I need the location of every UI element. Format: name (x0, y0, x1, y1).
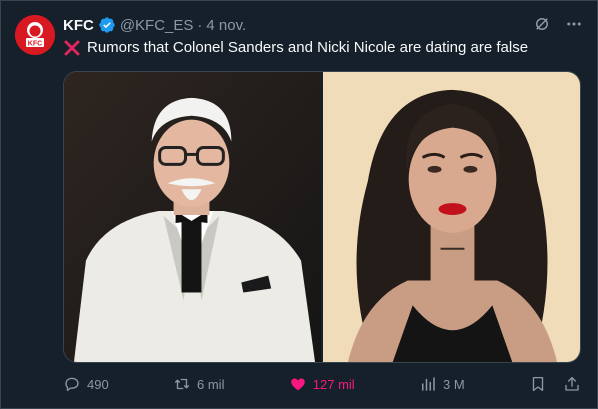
media-image-nicki-nicole[interactable] (323, 72, 580, 362)
verified-badge-icon (98, 16, 116, 34)
secondary-actions (529, 375, 581, 393)
tweet-header: KFC @KFC_ES · 4 nov. (63, 15, 246, 35)
more-icon[interactable] (565, 15, 583, 33)
reply-button[interactable]: 490 (63, 375, 109, 393)
author-handle[interactable]: @KFC_ES (120, 17, 194, 34)
grok-icon[interactable] (533, 15, 551, 33)
views-icon (422, 377, 435, 391)
cross-mark-icon (63, 39, 81, 57)
tweet-text: Rumors that Colonel Sanders and Nicki Ni… (87, 39, 529, 56)
share-icon (565, 376, 579, 391)
top-actions (533, 15, 583, 33)
reply-icon (65, 377, 79, 392)
action-bar: 490 6 mil 127 mil 3 M (63, 373, 581, 395)
tweet-text-row: Rumors that Colonel Sanders and Nicki Ni… (63, 38, 528, 58)
media-image-colonel-sanders[interactable] (64, 72, 321, 362)
author-name[interactable]: KFC (63, 17, 94, 34)
like-button[interactable]: 127 mil (289, 375, 355, 393)
reply-count: 490 (87, 376, 109, 392)
separator-dot: · (197, 16, 203, 34)
tweet-date[interactable]: 4 nov. (206, 17, 246, 34)
retweet-icon (174, 378, 190, 390)
share-button[interactable] (563, 375, 581, 393)
tweet-media[interactable] (63, 71, 581, 363)
views-count: 3 M (443, 376, 465, 392)
retweet-button[interactable]: 6 mil (173, 375, 224, 393)
bookmark-icon (532, 376, 544, 392)
bookmark-button[interactable] (529, 375, 547, 393)
views-button[interactable]: 3 M (419, 375, 465, 393)
retweet-count: 6 mil (197, 376, 225, 392)
svg-text:KFC: KFC (28, 41, 42, 48)
kfc-logo-icon: KFC (15, 15, 55, 55)
tweet-card[interactable]: KFC KFC @KFC_ES · 4 nov. Rumors that Col… (0, 0, 598, 409)
like-count: 127 mil (312, 376, 355, 392)
heart-icon (291, 378, 305, 391)
avatar[interactable]: KFC (15, 15, 55, 55)
